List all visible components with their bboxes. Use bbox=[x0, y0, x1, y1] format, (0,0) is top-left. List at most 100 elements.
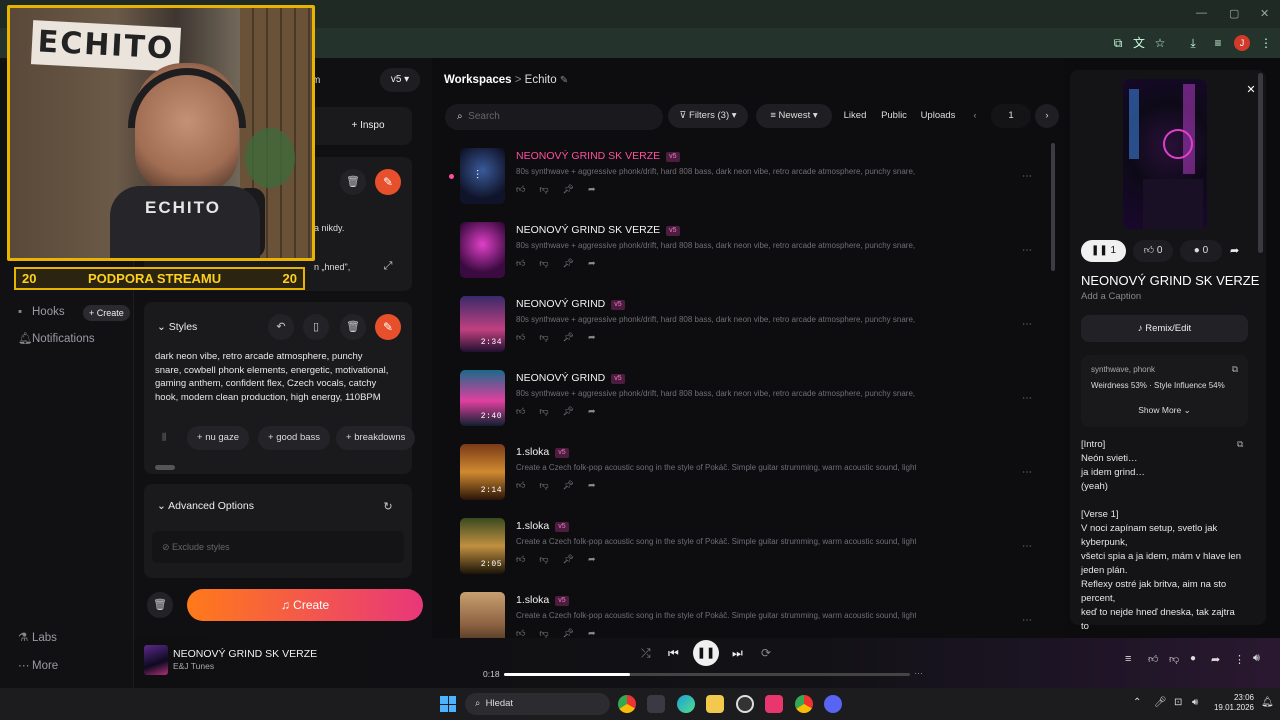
taskbar-search[interactable]: ⌕ Hledat bbox=[465, 693, 610, 715]
magic-wand-icon[interactable]: ✎ bbox=[375, 314, 401, 340]
thumbs-down-icon[interactable]: 👎︎ bbox=[539, 406, 562, 416]
song-menu-icon[interactable]: ⋯ bbox=[1017, 316, 1037, 336]
pin-icon[interactable]: 📌︎ bbox=[563, 332, 588, 342]
minimize-icon[interactable]: — bbox=[1196, 7, 1207, 19]
song-title[interactable]: NEONOVÝ GRIND SK VERZE v5 bbox=[516, 224, 680, 236]
sidebar-item-hooks[interactable]: ▪ Hooks bbox=[18, 306, 65, 318]
notification-bell-icon[interactable]: 🔔︎ bbox=[1261, 697, 1274, 708]
more-dots-icon[interactable]: ⋯ bbox=[914, 668, 923, 679]
thumbs-down-icon[interactable]: 👎︎ bbox=[539, 258, 562, 268]
tray-chevron-icon[interactable]: ⌃ bbox=[1133, 697, 1141, 708]
detail-scrollbar[interactable] bbox=[1258, 73, 1263, 253]
song-menu-icon[interactable]: ⋯ bbox=[1017, 390, 1037, 410]
close-icon[interactable]: ✕ bbox=[1243, 82, 1259, 98]
maximize-icon[interactable]: ▢ bbox=[1229, 7, 1239, 20]
exclude-styles-input[interactable]: ⊘ Exclude styles bbox=[152, 531, 404, 563]
taskbar-clock[interactable]: 23:06 19.01.2026 bbox=[1210, 693, 1254, 713]
sidebar-item-more[interactable]: ⋯ More bbox=[18, 658, 58, 672]
style-chip[interactable]: + good bass bbox=[258, 426, 331, 450]
pin-icon[interactable]: 📌︎ bbox=[563, 406, 588, 416]
translate-icon[interactable]: 文 bbox=[1131, 35, 1147, 51]
chrome-icon[interactable] bbox=[618, 695, 636, 713]
network-icon[interactable]: ⊡ bbox=[1174, 697, 1182, 708]
repeat-icon[interactable]: ⟳ bbox=[761, 646, 771, 660]
pencil-icon[interactable]: ✎ bbox=[560, 75, 568, 86]
thumbs-up-icon[interactable]: 👍︎ bbox=[516, 628, 539, 638]
breadcrumb-workspaces[interactable]: Workspaces bbox=[444, 74, 512, 86]
share-icon[interactable]: ➦ bbox=[1230, 244, 1239, 257]
player-artist[interactable]: E&J Tunes bbox=[173, 661, 214, 671]
song-menu-icon[interactable]: ⋯ bbox=[1017, 538, 1037, 558]
play-count-badge[interactable]: ❚❚ 1 bbox=[1081, 240, 1126, 262]
page-input[interactable]: 1 bbox=[991, 104, 1031, 128]
capcut-icon[interactable] bbox=[765, 695, 783, 713]
thumbs-down-icon[interactable]: 👎︎ bbox=[539, 184, 562, 194]
advanced-options-header[interactable]: ⌄ Advanced Options bbox=[157, 500, 254, 512]
pin-icon[interactable]: 📌︎ bbox=[563, 184, 588, 194]
thumbs-down-icon[interactable]: 👎︎ bbox=[539, 332, 562, 342]
trash-icon[interactable]: 🗑︎ bbox=[340, 169, 366, 195]
song-row[interactable]: ⫶ NEONOVÝ GRIND SK VERZE v5 80s synthwave +… bbox=[449, 148, 1055, 212]
song-thumbnail[interactable]: ⫶ bbox=[460, 148, 505, 204]
discord-icon[interactable] bbox=[824, 695, 842, 713]
chrome-profile-icon[interactable] bbox=[795, 695, 813, 713]
thumbs-down-icon[interactable]: 👎︎ bbox=[539, 554, 562, 564]
file-explorer-icon[interactable] bbox=[706, 695, 724, 713]
thumbs-up-icon[interactable]: 👍︎ bbox=[516, 184, 539, 194]
song-title[interactable]: NEONOVÝ GRIND v5 bbox=[516, 372, 625, 384]
expand-icon[interactable]: ⤢ bbox=[375, 253, 401, 279]
search-input[interactable]: ⌕ Search bbox=[445, 104, 663, 130]
player-cover[interactable] bbox=[144, 645, 168, 675]
bookmark-star-icon[interactable]: ☆ bbox=[1152, 35, 1168, 51]
sort-button[interactable]: ≡ Newest ▾ bbox=[756, 104, 832, 128]
song-thumbnail[interactable] bbox=[460, 222, 505, 278]
song-thumbnail[interactable]: 2:40 bbox=[460, 370, 505, 426]
share-icon[interactable]: ➦ bbox=[1211, 653, 1220, 666]
comment-icon[interactable]: ● bbox=[1190, 653, 1196, 664]
pin-icon[interactable]: 📌︎ bbox=[563, 554, 588, 564]
kebab-menu-icon[interactable]: ⋮ bbox=[1258, 35, 1274, 51]
uploads-filter[interactable]: Uploads bbox=[918, 104, 958, 128]
store-icon[interactable] bbox=[647, 695, 665, 713]
share-icon[interactable]: ➦ bbox=[588, 332, 610, 342]
song-row[interactable]: 2:40 NEONOVÝ GRIND v5 80s synthwave + aggre… bbox=[455, 370, 1055, 434]
like-button[interactable]: 👍︎ 0 bbox=[1133, 240, 1173, 262]
share-icon[interactable]: ➦ bbox=[588, 628, 610, 638]
share-icon[interactable]: ➦ bbox=[588, 480, 610, 490]
thumbs-down-icon[interactable]: 👎︎ bbox=[1169, 653, 1179, 665]
song-menu-icon[interactable]: ⋯ bbox=[1017, 464, 1037, 484]
song-title[interactable]: NEONOVÝ GRIND v5 bbox=[516, 298, 625, 310]
thumbs-up-icon[interactable]: 👍︎ bbox=[516, 332, 539, 342]
style-chip[interactable]: + breakdowns bbox=[336, 426, 416, 450]
queue-icon[interactable]: ≡ bbox=[1125, 653, 1131, 665]
thumbs-up-icon[interactable]: 👍︎ bbox=[516, 258, 539, 268]
cast-icon[interactable]: ⧉ bbox=[1110, 35, 1126, 51]
bookmark-icon[interactable]: ▯ bbox=[303, 314, 329, 340]
next-track-icon[interactable]: ⏭︎ bbox=[732, 646, 743, 661]
song-title[interactable]: 1.sloka v5 bbox=[516, 594, 569, 606]
song-row[interactable]: 2:14 1.sloka v5 Create a Czech folk-pop aco… bbox=[455, 444, 1055, 508]
close-window-icon[interactable]: ✕ bbox=[1260, 7, 1269, 20]
create-button[interactable]: ♫ Create bbox=[187, 589, 423, 621]
styles-header[interactable]: ⌄ Styles bbox=[157, 321, 197, 333]
reset-icon[interactable]: ↻ bbox=[375, 494, 401, 520]
song-title[interactable]: NEONOVÝ GRIND SK VERZE v5 bbox=[516, 150, 680, 162]
styles-library-icon[interactable]: ⫼ bbox=[162, 432, 166, 443]
pin-icon[interactable]: 📌︎ bbox=[563, 480, 588, 490]
comments-button[interactable]: ● 0 bbox=[1180, 240, 1222, 262]
player-title[interactable]: NEONOVÝ GRIND SK VERZE bbox=[173, 648, 317, 660]
thumbs-up-icon[interactable]: 👍︎ bbox=[516, 480, 539, 490]
share-icon[interactable]: ➦ bbox=[588, 406, 610, 416]
windows-start-icon[interactable] bbox=[440, 696, 456, 712]
speaker-icon[interactable]: 🔊︎ bbox=[1192, 697, 1198, 708]
thumbs-up-icon[interactable]: 👍︎ bbox=[516, 406, 539, 416]
song-row[interactable]: NEONOVÝ GRIND SK VERZE v5 80s synthwave + … bbox=[455, 222, 1055, 286]
copy-icon[interactable]: ⧉ bbox=[1232, 364, 1238, 375]
horizontal-scrollbar[interactable] bbox=[155, 465, 175, 470]
song-menu-icon[interactable]: ⋯ bbox=[1017, 242, 1037, 262]
sidebar-item-labs[interactable]: ⚗ Labs bbox=[18, 630, 57, 644]
song-menu-icon[interactable]: ⋯ bbox=[1017, 168, 1037, 188]
download-icon[interactable]: ⤓ bbox=[1185, 35, 1201, 51]
share-icon[interactable]: ➦ bbox=[588, 554, 610, 564]
thumbs-up-icon[interactable]: 👍︎ bbox=[1148, 653, 1158, 665]
